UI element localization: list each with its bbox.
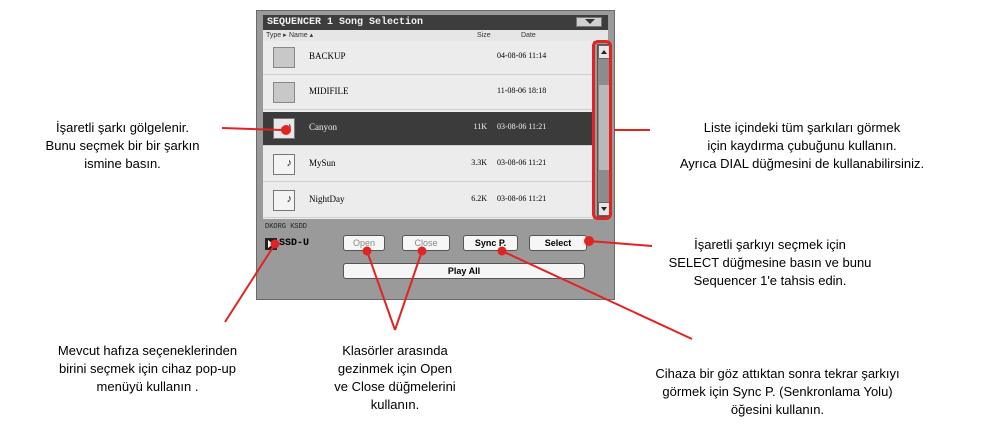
callout-dot-sync bbox=[497, 246, 507, 256]
callout-dot-device bbox=[270, 239, 280, 249]
callout-dot-open bbox=[362, 246, 372, 256]
callout-line-selected-song bbox=[221, 127, 283, 131]
callout-line-device bbox=[224, 243, 276, 323]
note-sync: Cihaza bir göz attıktan sonra tekrar şar… bbox=[655, 366, 900, 417]
note-device: Mevcut hafıza seçeneklerinden birini seç… bbox=[57, 343, 238, 394]
note-scrollbar: Liste içindeki tüm şarkıları görmek için… bbox=[679, 120, 925, 171]
note-open-close: Klasörler arasında gezinmek için Open ve… bbox=[334, 343, 456, 412]
callout-dot-close bbox=[417, 246, 427, 256]
note-selected-song: İşaretli şarkı gölgelenir. Bunu seçmek b… bbox=[45, 120, 200, 171]
callout-dot-selected-song bbox=[281, 125, 291, 135]
note-select: İşaretli şarkıyı seçmek için SELECT düğm… bbox=[668, 237, 872, 288]
callout-dot-select bbox=[584, 236, 594, 246]
callout-line-open bbox=[366, 250, 396, 331]
callout-line-close bbox=[394, 250, 423, 331]
